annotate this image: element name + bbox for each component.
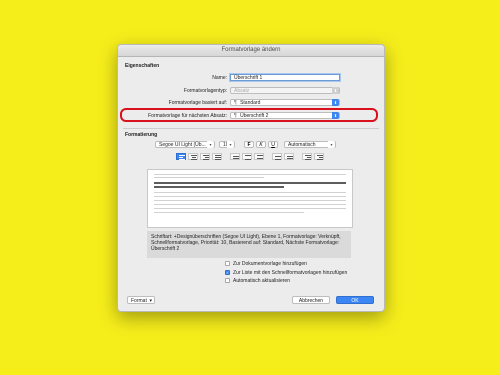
cancel-button[interactable]: Abbrechen	[292, 296, 330, 304]
space-before-increase-button[interactable]	[272, 153, 282, 160]
chevron-down-icon: ▾	[149, 298, 152, 304]
add-to-template-checkbox[interactable]	[225, 261, 230, 266]
ok-button[interactable]: OK	[336, 296, 374, 304]
next-style-select[interactable]: ¶ Überschrift 2 ⬍	[230, 112, 340, 119]
style-preview	[147, 169, 353, 228]
font-value: Segoe UI Light (Üb...	[159, 142, 206, 148]
auto-update-checkbox[interactable]	[225, 278, 230, 283]
add-to-quick-list-label: Zur Liste mit den Schnellformatvorlagen …	[233, 270, 348, 276]
modify-style-dialog: Formatvorlage ändern Eigenschaften Name:…	[117, 44, 385, 312]
add-to-quick-list-checkbox[interactable]: ✓	[225, 270, 230, 275]
based-on-select[interactable]: ¶ Standard ⬍	[230, 99, 340, 106]
increase-indent-button[interactable]	[314, 153, 324, 160]
chevron-down-icon: ▾	[207, 141, 214, 148]
style-description: Schriftart: +Designüberschriften (Segoe …	[147, 231, 351, 258]
font-size-select[interactable]: 10 ▾	[219, 141, 235, 148]
dialog-title: Formatvorlage ändern	[118, 45, 384, 57]
name-field[interactable]: Überschrift 1	[230, 74, 340, 81]
properties-heading: Eigenschaften	[125, 63, 160, 69]
formatting-heading: Formatierung	[125, 132, 158, 138]
auto-update-label: Automatisch aktualisieren	[233, 278, 290, 284]
align-right-button[interactable]	[200, 153, 210, 160]
section-divider	[123, 128, 379, 129]
onehalf-spacing-button[interactable]	[242, 153, 252, 160]
chevron-updown-icon: ⬍	[332, 99, 339, 106]
next-style-value: Überschrift 2	[240, 113, 269, 119]
add-to-template-label: Zur Dokumentvorlage hinzufügen	[233, 261, 307, 267]
based-on-label: Formatvorlage basiert auf:	[168, 100, 227, 106]
bold-button[interactable]: F	[244, 141, 254, 148]
format-menu-label: Format	[131, 298, 147, 304]
chevron-updown-icon: ⬍	[332, 87, 339, 94]
chevron-updown-icon: ⬍	[332, 112, 339, 119]
style-type-value: Absatz	[234, 88, 250, 94]
decrease-indent-button[interactable]	[302, 153, 312, 160]
paragraph-icon: ¶	[234, 100, 237, 106]
space-before-decrease-button[interactable]	[284, 153, 294, 160]
style-type-label: Formatvorlagentyp:	[183, 88, 227, 94]
justify-button[interactable]	[212, 153, 222, 160]
font-color-value: Automatisch	[288, 142, 316, 148]
italic-button[interactable]: K	[256, 141, 266, 148]
single-spacing-button[interactable]	[230, 153, 240, 160]
format-menu-button[interactable]: Format ▾	[127, 296, 155, 304]
font-color-select[interactable]: Automatisch ▾	[284, 141, 336, 148]
align-left-button[interactable]	[176, 153, 186, 160]
underline-button[interactable]: U	[268, 141, 278, 148]
based-on-value: Standard	[240, 100, 261, 106]
next-style-label: Formatvorlage für nächsten Absatz:	[148, 113, 227, 119]
paragraph-icon: ¶	[234, 113, 237, 119]
chevron-down-icon: ▾	[227, 141, 234, 148]
font-select[interactable]: Segoe UI Light (Üb... ▾	[155, 141, 215, 148]
align-center-button[interactable]	[188, 153, 198, 160]
double-spacing-button[interactable]	[254, 153, 264, 160]
name-label: Name:	[212, 75, 227, 81]
chevron-down-icon: ▾	[328, 141, 335, 148]
style-type-select: Absatz ⬍	[230, 87, 340, 94]
